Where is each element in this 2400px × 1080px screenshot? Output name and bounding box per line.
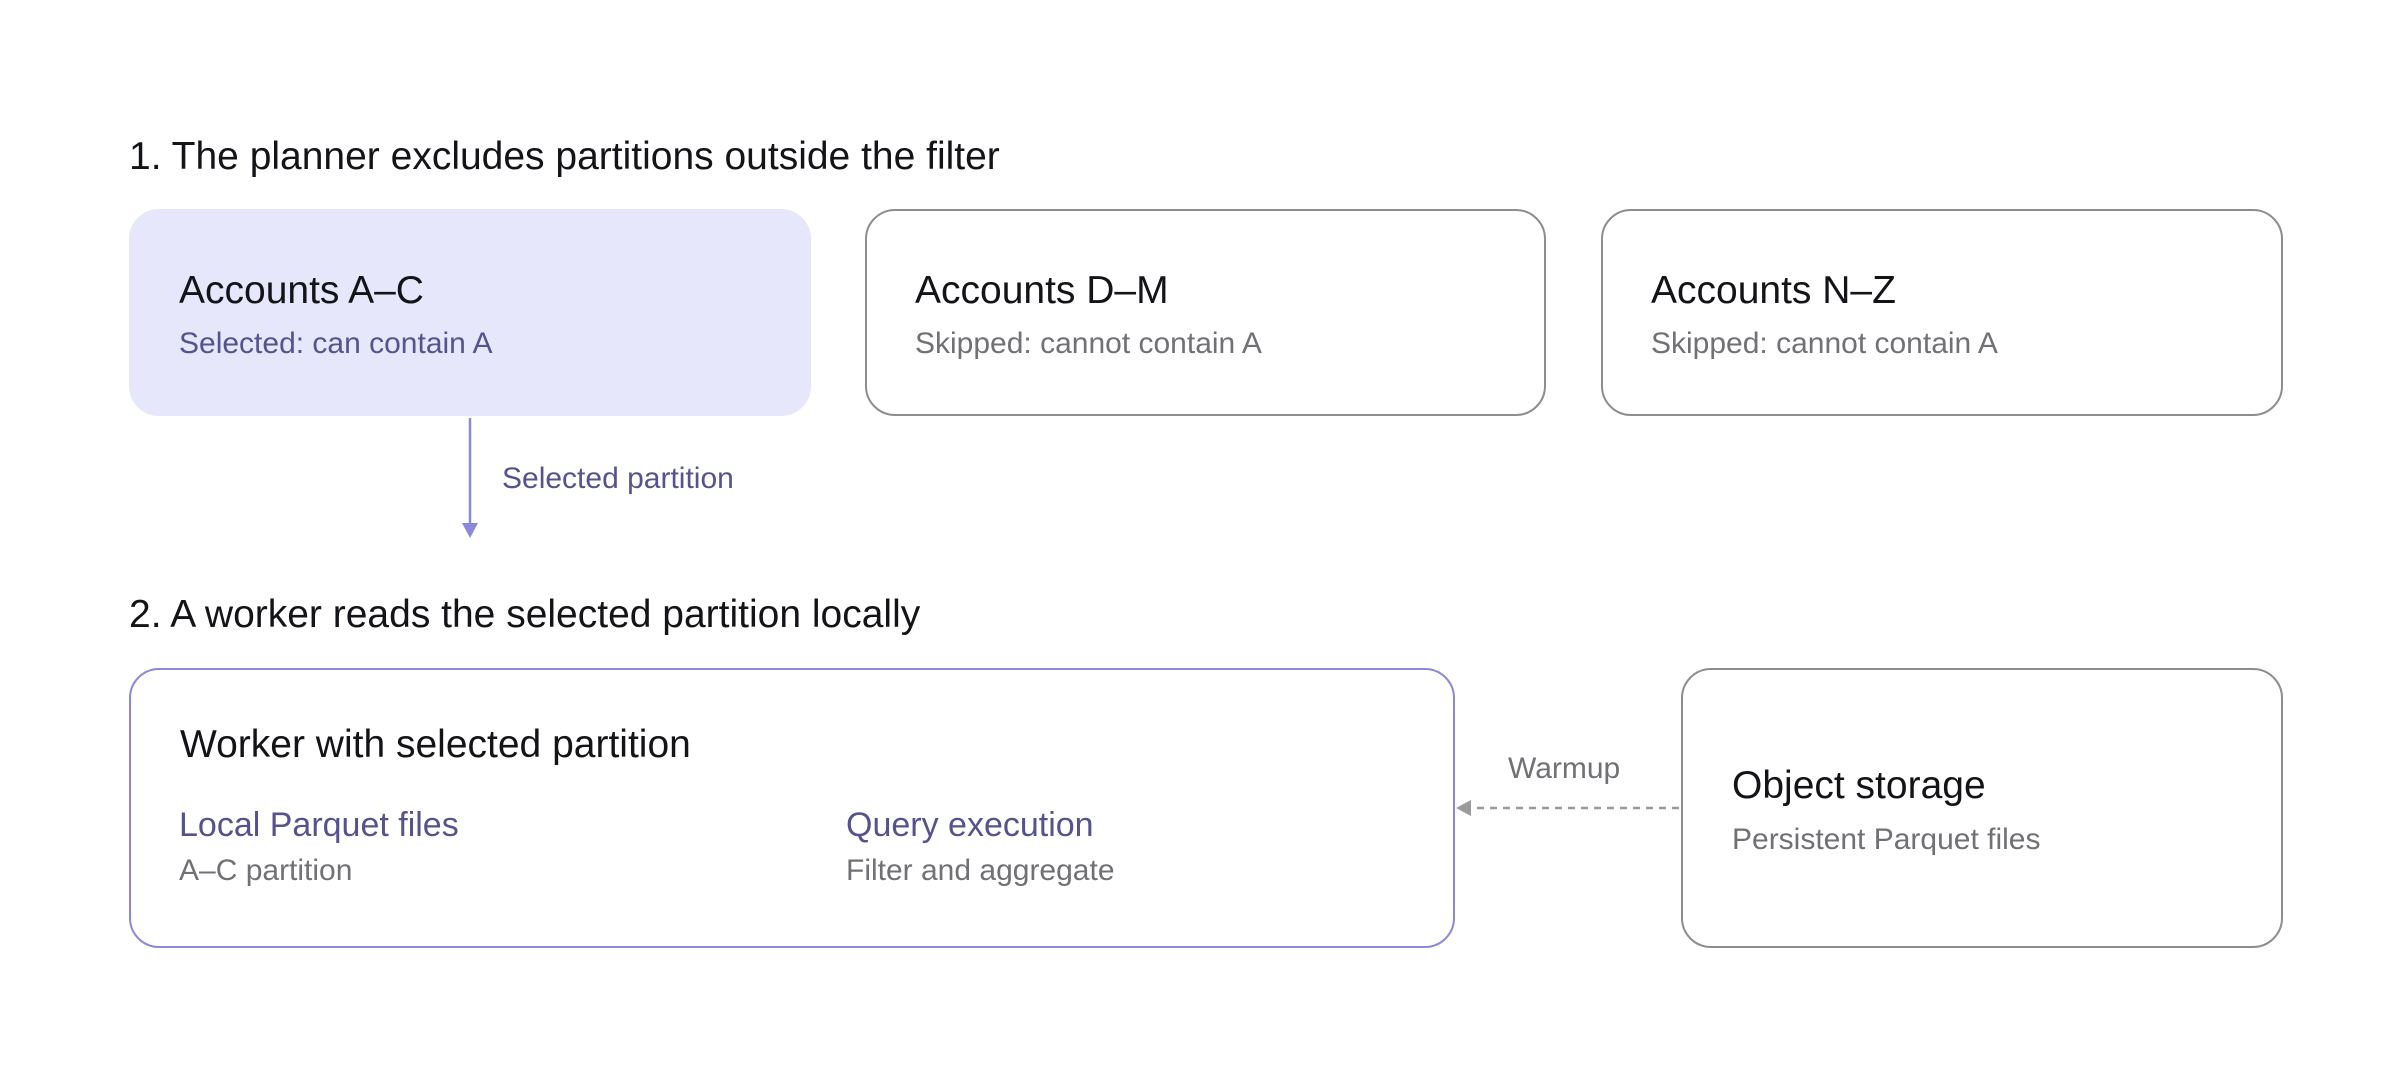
query-execution-title: Query execution xyxy=(846,806,1094,844)
section-2-title: 2. A worker reads the selected partition… xyxy=(129,593,921,636)
worker-box: Worker with selected partition Local Par… xyxy=(129,668,1455,948)
selected-partition-label: Selected partition xyxy=(502,462,734,495)
object-storage-title: Object storage xyxy=(1732,764,1986,807)
object-storage-subtitle: Persistent Parquet files xyxy=(1732,823,2041,856)
query-execution-subtitle: Filter and aggregate xyxy=(846,854,1115,887)
warmup-label: Warmup xyxy=(1508,752,1621,785)
worker-title: Worker with selected partition xyxy=(180,723,691,766)
warmup-arrowhead xyxy=(1456,800,1471,816)
local-parquet-files-title: Local Parquet files xyxy=(179,806,459,844)
object-storage-box: Object storage Persistent Parquet files xyxy=(1681,668,2283,948)
selected-partition-arrowhead xyxy=(462,523,478,538)
local-parquet-files-subtitle: A–C partition xyxy=(179,854,353,887)
